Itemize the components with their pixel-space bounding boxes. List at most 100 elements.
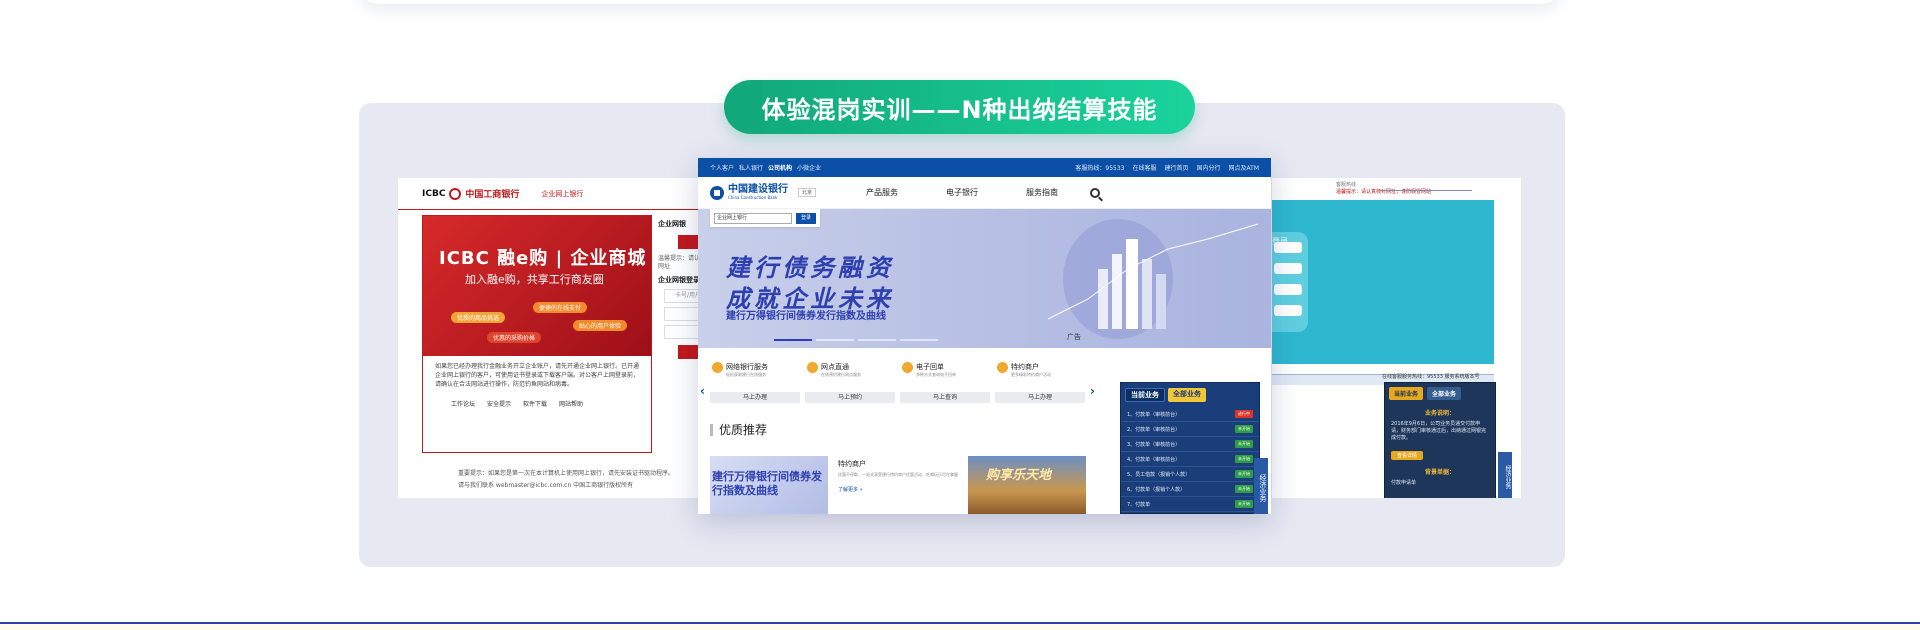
banner-pager-dot[interactable] [858, 339, 896, 341]
status-badge: 进行中 [1235, 410, 1253, 418]
status-badge: 未开始 [1235, 425, 1253, 433]
right-login-label: 登录 [1272, 237, 1288, 246]
menu-item-products[interactable]: 产品服务 [866, 187, 898, 198]
business-row[interactable]: 3、付款单（审核前台） 未开始 [1121, 437, 1259, 452]
ccb-side-tag[interactable]: 经济业务 [1254, 458, 1268, 514]
icbc-logo-cn: 中国工商银行 [465, 190, 520, 200]
right-panel-text: 付款申请单 [1391, 480, 1417, 486]
service-button[interactable]: 马上查询 [900, 392, 990, 403]
business-row-title: 7、付款单 [1127, 501, 1151, 508]
learn-more-link[interactable]: 了解更多 » [838, 486, 958, 493]
icbc-footer-line: 请与我们联系 webmaster@icbc.com.cn 中国工商银行版权所有 [458, 482, 634, 489]
tab-all-business[interactable]: 全部业务 [1427, 387, 1462, 400]
view-details-button[interactable]: 查看详情 [1391, 451, 1424, 460]
ccb-top-right-link[interactable]: 网点及ATM [1229, 163, 1259, 172]
chevron-right-icon[interactable]: › [1090, 384, 1095, 398]
banner-heading: 建行债务融资 [726, 254, 894, 282]
recommend-card-text: 建行万得银行间债券发行指数及曲线 [712, 470, 822, 497]
ccb-top-link-active[interactable]: 公司机构 [768, 163, 792, 172]
ccb-top-link[interactable]: 小微企业 [797, 163, 821, 172]
status-badge: 未开始 [1235, 485, 1253, 493]
icbc-banner[interactable]: ICBC 融e购 | 企业商城 加入融e购，共享工行商友圈 优质的商品挑选 便捷… [423, 216, 651, 356]
tab-all-business[interactable]: 全部业务 [1168, 388, 1206, 402]
bottom-divider [0, 622, 1920, 630]
right-window-rule [1380, 190, 1472, 191]
ccb-top-right-link[interactable]: 在线客服 [1132, 163, 1156, 172]
right-login-field[interactable] [1274, 284, 1302, 295]
search-icon[interactable] [1090, 187, 1100, 198]
right-login-field[interactable] [1274, 305, 1302, 316]
service-title: 网点直通 [821, 363, 849, 371]
service-button[interactable]: 马上办理 [995, 392, 1085, 403]
service-subtitle: 在线预约建行网点服务 [821, 372, 861, 377]
ccb-hotline: 客服热线：95533 [1075, 165, 1125, 172]
service-item: 网络银行服务 轻松获取建行在线服务 马上办理 [710, 362, 800, 403]
banner-ad-label: 广告 [1067, 333, 1081, 341]
ccb-logo-icon [710, 185, 724, 200]
business-row-title: 2、付款单（审核前台） [1127, 426, 1181, 433]
menu-item-service-guide[interactable]: 服务指南 [1026, 187, 1058, 198]
shop-icon [997, 362, 1008, 373]
status-badge: 未开始 [1235, 500, 1253, 508]
right-panel-title: 业务说明： [1424, 410, 1455, 417]
business-row-title: 6、付款单（报销个人款） [1127, 486, 1186, 493]
icbc-link[interactable]: 软件下载 [523, 399, 547, 408]
recommend-card[interactable]: 购享乐天地 [968, 456, 1086, 514]
ccb-login-button[interactable]: 登录 [795, 212, 816, 224]
chevron-left-icon[interactable]: ‹ [700, 384, 705, 398]
business-row[interactable]: 4、付款单（审核前台） 未开始 [1121, 452, 1259, 467]
business-row[interactable]: 1、付款单（审核前台） 进行中 [1121, 407, 1259, 422]
recommend-card-text: 购享乐天地 [986, 468, 1052, 483]
ccb-region-select[interactable]: 北京 [798, 188, 817, 197]
banner-building-graphic [1047, 219, 1259, 339]
ccb-top-right-link[interactable]: 国内分行 [1197, 163, 1221, 172]
icbc-tag: 优质的商品挑选 [451, 312, 506, 323]
service-button[interactable]: 马上办理 [710, 392, 800, 403]
ccb-main-menu: 产品服务 电子银行 服务指南 [866, 187, 1058, 198]
menu-item-ebank[interactable]: 电子银行 [946, 187, 978, 198]
right-login-field[interactable] [1274, 263, 1302, 274]
ccb-login-select[interactable]: 企业网上银行 [714, 212, 792, 224]
ccb-top-link[interactable]: 私人银行 [739, 163, 763, 172]
business-row[interactable]: 5、员工借款（报销个人款） 未开始 [1121, 467, 1259, 482]
banner-subheading: 建行万得银行间债券发行指数及曲线 [726, 311, 886, 322]
recommend-card[interactable]: 建行万得银行间债券发行指数及曲线 [710, 456, 828, 514]
ccb-navbar: 中国建设银行 China Construction Bank 北京 产品服务 电… [698, 177, 1271, 209]
right-panel-text: 2016年9月6日，公司业务员递交付款申请，财务部门审核通过后，出纳通过网银完成… [1391, 421, 1487, 441]
icbc-link[interactable]: 工作论坛 [451, 399, 475, 408]
service-subtitle: 更多精彩特约商户活动 [1011, 372, 1051, 377]
business-row[interactable]: 6、付款单（报销个人款） 未开始 [1121, 482, 1259, 497]
right-hint-text: 在线客服服务热线：95533 服务系统版本号 [1382, 374, 1480, 380]
icbc-links: 工作论坛 安全提示 软件下载 网站帮助 [423, 395, 651, 412]
banner-pager [774, 339, 938, 341]
service-item: 电子回单 多种方式查询电子回单 马上查询 [900, 362, 990, 403]
right-top-text: 客服热线 [1336, 182, 1357, 188]
icbc-tag: 优惠的采购价格 [487, 332, 542, 343]
coin-icon [712, 362, 723, 373]
status-badge: 未开始 [1235, 455, 1253, 463]
icbc-link[interactable]: 安全提示 [487, 399, 511, 408]
ccb-top-link[interactable]: 个人客户 [710, 163, 734, 172]
icbc-link[interactable]: 网站帮助 [559, 399, 583, 408]
business-row[interactable]: 2、付款单（审核前台） 未开始 [1121, 422, 1259, 437]
tab-current-business[interactable]: 当前业务 [1125, 388, 1165, 402]
icbc-banner-subtitle: 加入融e购，共享工行商友圈 [465, 273, 604, 286]
right-side-tag[interactable]: 经济业务 [1498, 452, 1512, 498]
tab-current-business[interactable]: 当前业务 [1389, 387, 1424, 400]
service-button[interactable]: 马上预约 [805, 392, 895, 403]
business-row-title: 5、员工借款（报销个人款） [1127, 471, 1191, 478]
icbc-tag: 便捷的在线支付 [533, 302, 588, 313]
ccb-banner[interactable]: 企业网上银行 登录 建行债务融资 成就企业未来 建行万得银行间债券发行指数及曲线… [698, 209, 1271, 348]
ccb-login-box: 企业网上银行 登录 [710, 209, 820, 227]
ccb-logo[interactable]: 中国建设银行 China Construction Bank 北京 [710, 185, 842, 200]
section-title: 优质推荐 [710, 424, 767, 436]
ccb-top-right-link[interactable]: 建行首页 [1164, 163, 1188, 172]
business-row[interactable]: 7、付款单 未开始 [1121, 497, 1259, 512]
banner-pager-dot[interactable] [816, 339, 854, 341]
icbc-logo: ICBC [422, 188, 446, 199]
banner-pager-dot[interactable] [900, 339, 938, 341]
banner-pager-dot[interactable] [774, 339, 812, 341]
ccb-logo-cn: 中国建设银行 [728, 184, 788, 195]
icbc-tag: 贴心的用户体验 [573, 320, 628, 331]
recommend-card[interactable]: 特约商户 优惠不停歇，一站式享受建行特约商户优惠活动，吃喝玩乐尽在掌握 了解更多… [838, 456, 958, 514]
